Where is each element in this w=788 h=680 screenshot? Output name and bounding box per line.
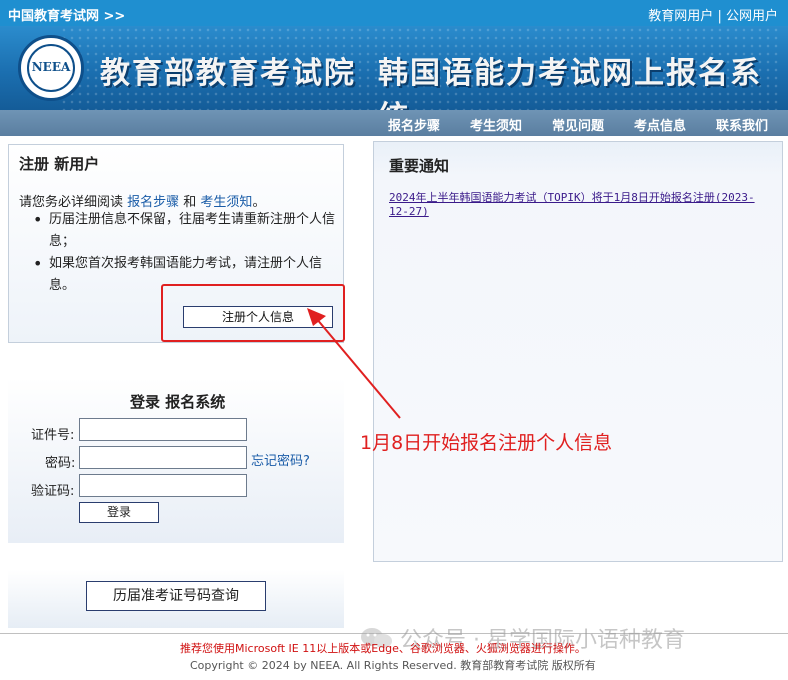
browser-recommendation: 推荐您使用Microsoft IE 11以上版本或Edge、谷歌浏览器、火狐浏览… bbox=[180, 642, 586, 655]
arrow-head-icon bbox=[307, 308, 326, 326]
annotation-arrow bbox=[307, 308, 401, 419]
arrow-line bbox=[315, 317, 401, 419]
annotation-text: 1月8日开始报名注册个人信息 bbox=[360, 432, 613, 454]
copyright: Copyright © 2024 by NEEA. All Rights Res… bbox=[190, 659, 596, 672]
